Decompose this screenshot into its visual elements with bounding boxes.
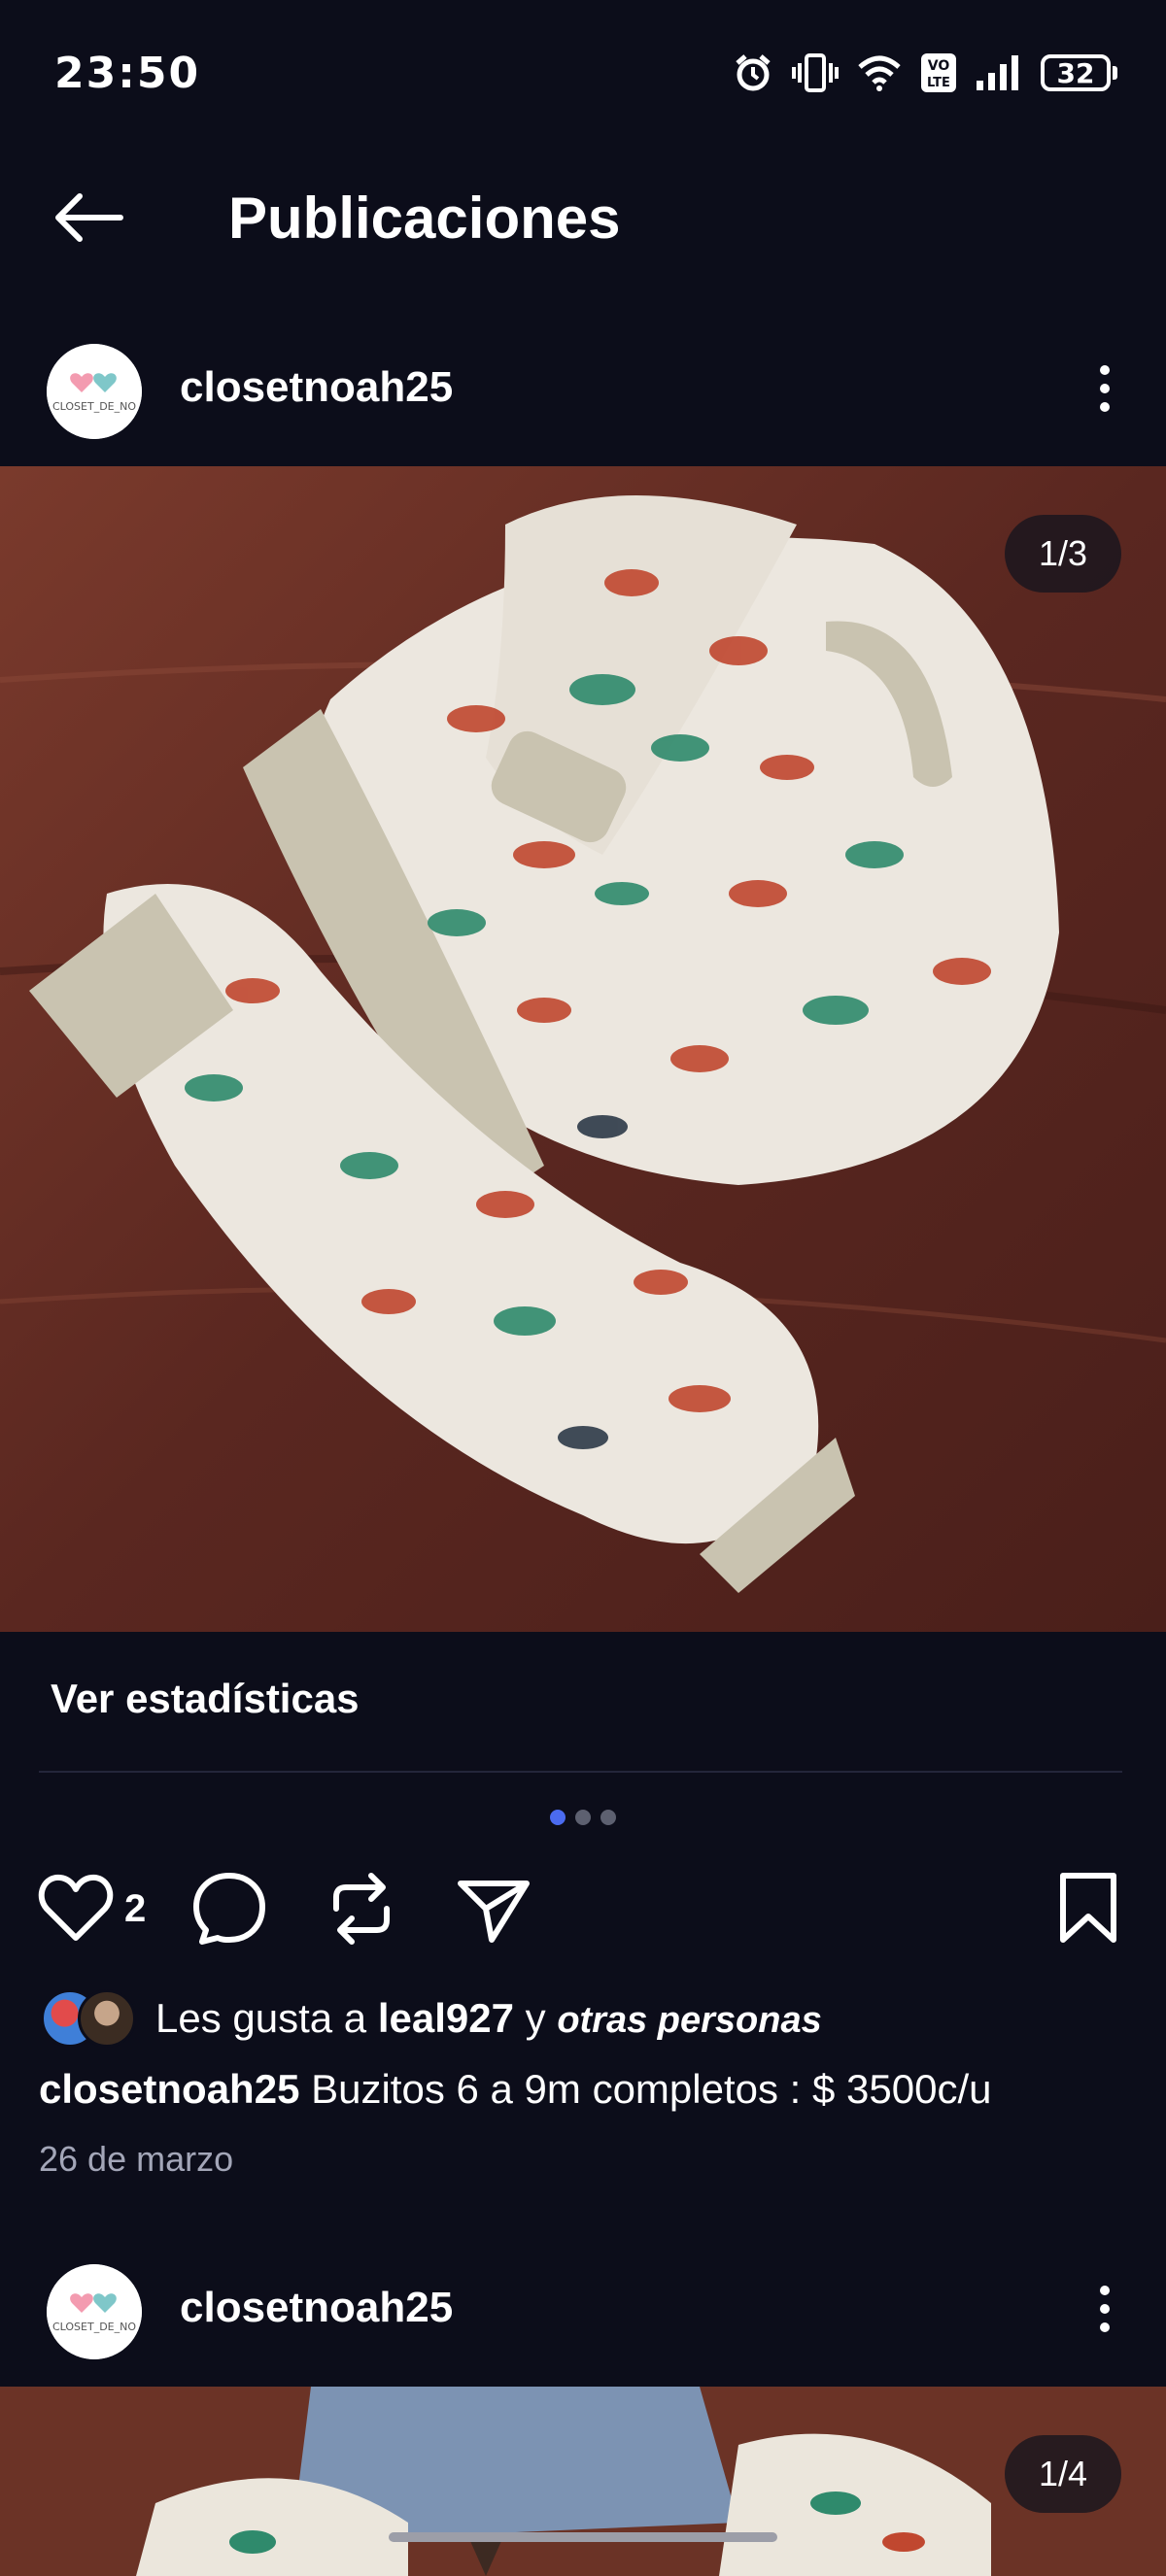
image-counter-badge: 1/3	[1005, 515, 1121, 593]
more-dot-icon	[1100, 365, 1110, 375]
post-date: 26 de marzo	[39, 2139, 234, 2179]
more-dot-icon	[1100, 2304, 1110, 2314]
like-button[interactable]	[37, 1870, 115, 1949]
avatar-logo-icon	[47, 344, 142, 439]
send-icon	[458, 1881, 530, 1943]
post-header: CLOSET_DE_NO closetnoah25	[0, 2241, 1166, 2367]
vibrate-icon	[792, 53, 839, 92]
post-image[interactable]: 1/4	[0, 2387, 1166, 2576]
battery-level: 32	[1041, 54, 1111, 91]
like-count[interactable]: 2	[124, 1887, 146, 1931]
status-time: 23:50	[54, 49, 201, 98]
arrow-left-icon	[55, 193, 123, 242]
repost-icon	[333, 1873, 390, 1945]
heart-icon	[38, 1874, 114, 1941]
avatar[interactable]: CLOSET_DE_NO	[47, 2264, 142, 2359]
status-icons: VO LTE 32	[732, 51, 1117, 95]
alarm-icon	[736, 54, 771, 91]
comment-bubble-icon	[193, 1873, 265, 1945]
caption-username[interactable]: closetnoah25	[39, 2066, 299, 2112]
more-dot-icon	[1100, 2286, 1110, 2295]
more-options-button[interactable]	[1090, 359, 1119, 418]
carousel-dot	[600, 1810, 616, 1825]
liker-avatar	[78, 1989, 136, 2048]
more-dot-icon	[1100, 2322, 1110, 2332]
volte-icon: VO LTE	[921, 53, 956, 92]
divider	[39, 1771, 1122, 1773]
likes-others-link[interactable]: otras personas	[557, 2000, 821, 2041]
carousel-dot-active	[550, 1810, 566, 1825]
more-dot-icon	[1100, 402, 1110, 412]
home-indicator[interactable]	[389, 2532, 777, 2542]
bookmark-icon	[1060, 1873, 1116, 1943]
image-counter-badge: 1/4	[1005, 2435, 1121, 2513]
avatar[interactable]: CLOSET_DE_NO	[47, 344, 142, 439]
more-options-button[interactable]	[1090, 2280, 1119, 2338]
share-button[interactable]	[455, 1870, 532, 1952]
post-username[interactable]: closetnoah25	[180, 2284, 453, 2332]
clothing-photo	[0, 2387, 1166, 2576]
save-button[interactable]	[1057, 1870, 1119, 1952]
post-actions: 2	[0, 1860, 1166, 1957]
dinosaur-outfit-photo	[0, 466, 1166, 1632]
status-bar: 23:50 VO LTE 32	[0, 0, 1166, 146]
carousel-dot	[575, 1810, 591, 1825]
top-header: Publicaciones	[0, 165, 1166, 272]
post-username[interactable]: closetnoah25	[180, 363, 453, 412]
post-image[interactable]: 1/3	[0, 466, 1166, 1632]
comment-button[interactable]	[190, 1870, 268, 1952]
battery-indicator: 32	[1041, 54, 1117, 91]
wifi-icon	[858, 55, 901, 91]
carousel-indicator	[0, 1810, 1166, 1825]
avatar-text: CLOSET_DE_NO	[51, 400, 137, 413]
avatar-text: CLOSET_DE_NO	[51, 2321, 137, 2333]
post-caption: closetnoah25 Buzitos 6 a 9m completos : …	[39, 2066, 992, 2113]
likes-text: Les gusta a leal927 y otras personas	[155, 1995, 822, 2041]
view-insights-link[interactable]: Ver estadísticas	[51, 1676, 360, 1722]
repost-button[interactable]	[325, 1870, 398, 1952]
caption-text: Buzitos 6 a 9m completos : $ 3500c/u	[299, 2066, 992, 2112]
likes-summary[interactable]: Les gusta a leal927 y otras personas	[41, 1984, 822, 2052]
svg-text:LTE: LTE	[927, 76, 950, 90]
back-button[interactable]	[49, 188, 126, 247]
svg-text:VO: VO	[928, 58, 950, 74]
avatar-logo-icon	[47, 2264, 142, 2359]
post-header: CLOSET_DE_NO closetnoah25	[0, 321, 1166, 447]
more-dot-icon	[1100, 384, 1110, 393]
signal-icon	[977, 55, 1018, 90]
page-title: Publicaciones	[228, 186, 621, 251]
liker-username[interactable]: leal927	[378, 1995, 514, 2041]
